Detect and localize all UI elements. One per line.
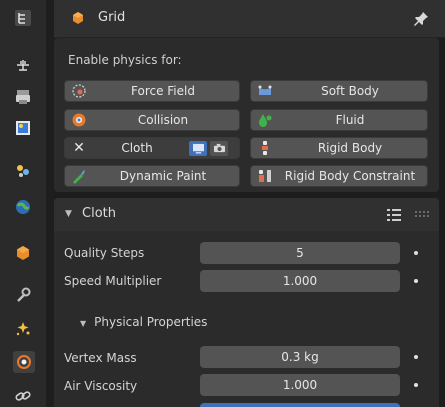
- show-in-viewport-icon[interactable]: [189, 141, 207, 156]
- drag-grip-icon[interactable]: [415, 211, 429, 217]
- collapse-triangle-icon[interactable]: ▼: [65, 209, 72, 219]
- rigid-body-constraint-button[interactable]: Rigid Body Constraint: [250, 165, 428, 187]
- air-viscosity-label: Air Viscosity: [64, 379, 138, 393]
- fluid-label: Fluid: [335, 113, 365, 127]
- properties-header: Grid: [54, 0, 445, 38]
- quality-steps-keyframe-dot[interactable]: [414, 251, 418, 255]
- rigid-body-constraint-icon: [257, 168, 273, 184]
- speed-multiplier-keyframe-dot[interactable]: [414, 279, 418, 283]
- next-field-edge[interactable]: [200, 403, 400, 407]
- fluid-icon: [257, 112, 273, 128]
- air-viscosity-field[interactable]: 1.000: [200, 374, 400, 396]
- particles-icon[interactable]: [12, 318, 34, 340]
- cloth-panel-body: Quality Steps 5 Speed Multiplier 1.000 ▼…: [54, 231, 439, 407]
- object-icon[interactable]: [12, 242, 34, 264]
- show-in-render-icon[interactable]: [210, 141, 228, 156]
- fluid-button[interactable]: Fluid: [250, 109, 428, 131]
- soft-body-label: Soft Body: [321, 84, 379, 98]
- physical-properties-header[interactable]: ▼ Physical Properties: [80, 315, 207, 329]
- quality-steps-label: Quality Steps: [64, 246, 145, 260]
- speed-multiplier-field[interactable]: 1.000: [200, 270, 400, 292]
- rigid-body-label: Rigid Body: [317, 141, 383, 155]
- object-data-icon: [73, 12, 83, 24]
- force-field-icon: [71, 83, 87, 99]
- constraints-icon[interactable]: [12, 385, 34, 407]
- properties-tab-bar: [0, 0, 46, 407]
- soft-body-button[interactable]: Soft Body: [250, 80, 428, 102]
- collapse-triangle-icon[interactable]: ▼: [80, 319, 86, 328]
- collision-button[interactable]: Collision: [64, 109, 240, 131]
- cloth-button[interactable]: ✕ Cloth: [64, 137, 240, 159]
- remove-cloth-icon[interactable]: ✕: [71, 140, 87, 156]
- view-layer-icon[interactable]: [12, 117, 34, 139]
- world-icon[interactable]: [12, 196, 34, 218]
- cloth-panel-header[interactable]: ▼ Cloth: [54, 198, 439, 231]
- speed-multiplier-label: Speed Multiplier: [64, 274, 162, 288]
- enable-physics-panel: Enable physics for: Force Field Soft Bod…: [54, 38, 439, 192]
- preset-list-icon[interactable]: [386, 207, 402, 223]
- vertex-mass-label: Vertex Mass: [64, 351, 137, 365]
- pin-icon[interactable]: [411, 9, 431, 29]
- sidebar-separator: [46, 0, 54, 407]
- render-icon[interactable]: [12, 55, 34, 77]
- physics-icon[interactable]: [13, 351, 35, 373]
- scene-icon[interactable]: [12, 160, 34, 182]
- dynamic-paint-label: Dynamic Paint: [119, 169, 207, 183]
- rigid-body-button[interactable]: Rigid Body: [250, 137, 428, 159]
- physical-properties-title: Physical Properties: [94, 315, 208, 329]
- modifier-icon[interactable]: [12, 284, 34, 306]
- force-field-label: Force Field: [131, 84, 195, 98]
- output-icon[interactable]: [12, 86, 34, 108]
- vertex-mass-field[interactable]: 0.3 kg: [200, 346, 400, 368]
- soft-body-icon: [257, 83, 273, 99]
- tool-icon[interactable]: [12, 7, 34, 29]
- cloth-panel-title: Cloth: [82, 206, 116, 221]
- collision-icon: [71, 112, 87, 128]
- quality-steps-field[interactable]: 5: [200, 242, 400, 264]
- collision-label: Collision: [137, 113, 189, 127]
- force-field-button[interactable]: Force Field: [64, 80, 240, 102]
- dynamic-paint-icon: [71, 168, 87, 184]
- vertex-mass-keyframe-dot[interactable]: [414, 355, 418, 359]
- cloth-label: Cloth: [121, 141, 153, 155]
- dynamic-paint-button[interactable]: Dynamic Paint: [64, 165, 240, 187]
- object-name: Grid: [98, 10, 126, 25]
- rigid-body-icon: [257, 140, 273, 156]
- air-viscosity-keyframe-dot[interactable]: [414, 383, 418, 387]
- enable-physics-label: Enable physics for:: [68, 53, 182, 67]
- rigid-body-constraint-label: Rigid Body Constraint: [284, 169, 416, 183]
